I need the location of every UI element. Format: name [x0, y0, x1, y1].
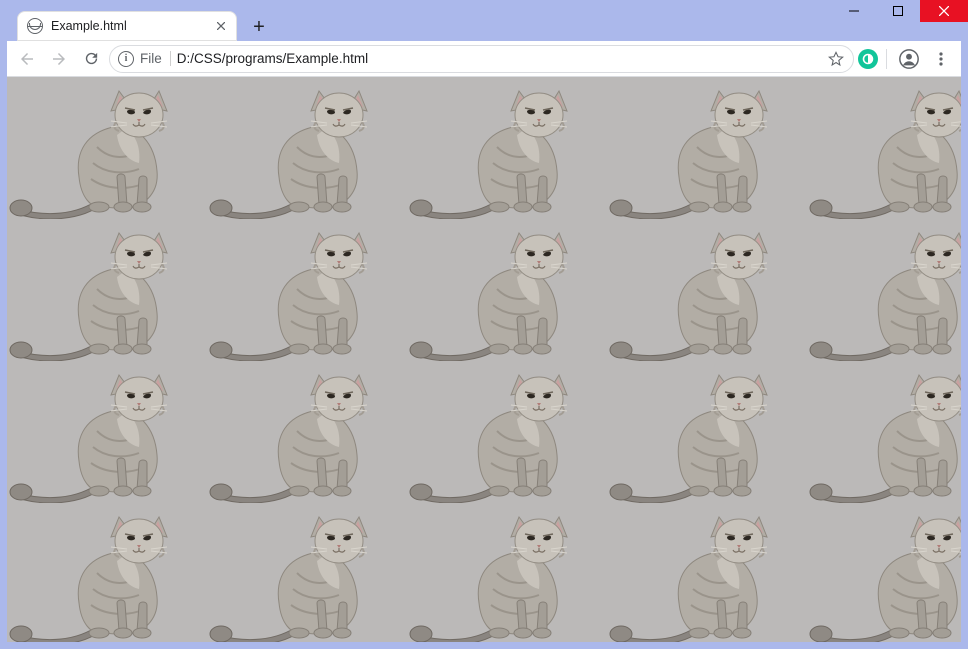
- tab-strip: Example.html +: [7, 7, 273, 41]
- url-scheme-chip: File: [140, 51, 171, 66]
- bookmark-button[interactable]: [825, 48, 847, 70]
- minimize-icon: [849, 6, 859, 16]
- window-controls: [832, 0, 968, 22]
- back-button[interactable]: [13, 45, 41, 73]
- reload-icon: [83, 50, 100, 67]
- page-viewport[interactable]: [7, 77, 961, 642]
- plus-icon: +: [253, 16, 265, 39]
- page-body-cat-background: [7, 77, 961, 642]
- star-icon: [828, 51, 844, 67]
- extension-icon: [862, 53, 874, 65]
- tab-active[interactable]: Example.html: [17, 11, 237, 41]
- titlebar: Example.html +: [7, 7, 961, 41]
- forward-button[interactable]: [45, 45, 73, 73]
- back-icon: [18, 50, 36, 68]
- info-icon[interactable]: i: [118, 51, 134, 67]
- url-text: D:/CSS/programs/Example.html: [177, 51, 819, 66]
- window-maximize-button[interactable]: [876, 0, 920, 22]
- forward-icon: [50, 50, 68, 68]
- globe-icon: [27, 18, 43, 34]
- maximize-icon: [893, 6, 903, 16]
- menu-button[interactable]: [927, 45, 955, 73]
- close-icon: [939, 6, 949, 16]
- window-minimize-button[interactable]: [832, 0, 876, 22]
- new-tab-button[interactable]: +: [245, 13, 273, 41]
- tab-title: Example.html: [51, 19, 205, 33]
- profile-button[interactable]: [895, 45, 923, 73]
- toolbar-divider: [886, 49, 887, 69]
- browser-window: Example.html + i File D:/CSS/programs/Ex…: [7, 7, 961, 642]
- reload-button[interactable]: [77, 45, 105, 73]
- profile-icon: [898, 48, 920, 70]
- omnibox[interactable]: i File D:/CSS/programs/Example.html: [109, 45, 854, 73]
- menu-icon: [933, 51, 949, 67]
- extension-badge[interactable]: [858, 49, 878, 69]
- window-close-button[interactable]: [920, 0, 968, 22]
- close-icon: [217, 22, 225, 30]
- tab-close-button[interactable]: [213, 18, 229, 34]
- toolbar: i File D:/CSS/programs/Example.html: [7, 41, 961, 77]
